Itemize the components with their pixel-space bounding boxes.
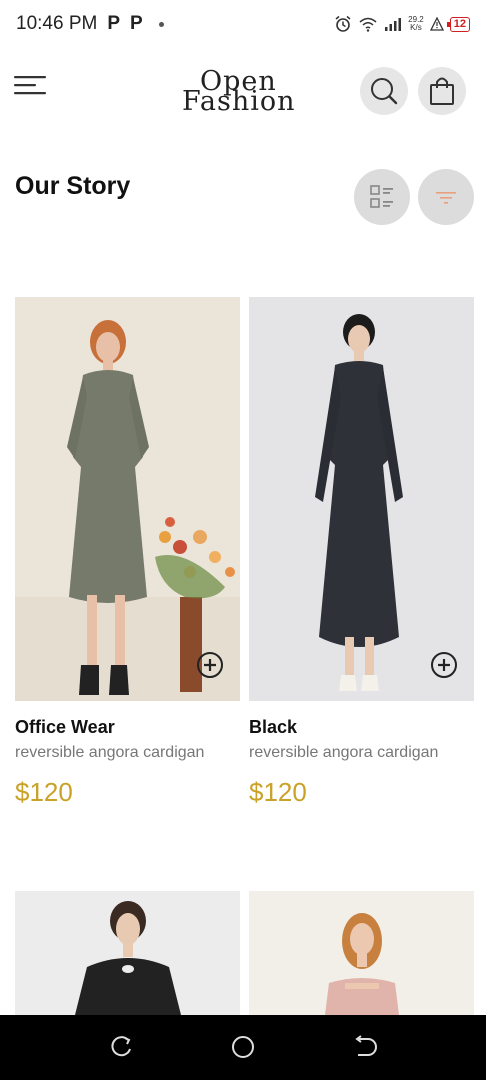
network-speed: 29.2 K/s xyxy=(408,16,424,32)
filter-button[interactable] xyxy=(418,169,474,225)
product-photo xyxy=(249,891,474,1015)
product-description: reversible angora cardigan xyxy=(15,744,205,761)
product-photo xyxy=(249,297,474,701)
alarm-icon xyxy=(335,15,351,32)
search-icon xyxy=(371,78,398,105)
system-navigation-bar xyxy=(0,1015,486,1080)
battery-indicator: 12 xyxy=(446,16,470,32)
home-icon[interactable] xyxy=(230,1034,256,1060)
add-circle-icon[interactable] xyxy=(196,651,224,679)
product-card[interactable] xyxy=(249,891,474,1015)
product-photo xyxy=(15,891,240,1015)
product-image[interactable] xyxy=(249,297,474,701)
shopping-bag-icon xyxy=(430,77,454,105)
filter-icon xyxy=(436,192,456,204)
notification-dot-icon xyxy=(158,21,164,27)
product-card[interactable]: Office Wear reversible angora cardigan $… xyxy=(15,297,240,808)
app-header: Open Fashion xyxy=(0,60,486,124)
list-view-icon xyxy=(370,185,393,208)
page-title: Our Story xyxy=(15,172,131,200)
notification-p-icon: P xyxy=(107,13,121,34)
brand-logo[interactable]: Open Fashion xyxy=(182,66,295,117)
product-photo xyxy=(15,297,240,701)
notification-p-icon: P xyxy=(130,13,143,34)
status-bar: 10:46 PM P P 29.2 K/s 12 xyxy=(0,0,486,48)
product-card[interactable] xyxy=(15,891,240,1015)
menu-icon xyxy=(14,76,46,95)
search-button[interactable] xyxy=(360,67,408,115)
speed-unit: K/s xyxy=(410,23,422,32)
product-price: $120 xyxy=(15,777,73,807)
logo-line-2: Fashion xyxy=(182,86,296,117)
recent-apps-icon[interactable] xyxy=(108,1034,134,1060)
wifi-icon xyxy=(359,17,377,32)
status-left: 10:46 PM P P xyxy=(16,13,164,35)
status-right: 29.2 K/s 12 xyxy=(334,15,470,33)
menu-button[interactable] xyxy=(12,72,48,98)
product-name: Office Wear xyxy=(15,717,115,737)
product-description: reversible angora cardigan xyxy=(249,744,439,761)
view-toggle-button[interactable] xyxy=(354,169,410,225)
warning-icon xyxy=(429,17,444,31)
product-card[interactable]: Black reversible angora cardigan $120 xyxy=(249,297,474,808)
product-price: $120 xyxy=(249,777,307,807)
back-icon[interactable] xyxy=(352,1034,378,1060)
status-time: 10:46 PM xyxy=(16,13,98,34)
product-name: Black xyxy=(249,717,298,737)
product-image[interactable] xyxy=(15,297,240,701)
signal-icon xyxy=(385,18,402,31)
add-circle-icon[interactable] xyxy=(430,651,458,679)
shopping-bag-button[interactable] xyxy=(418,67,466,115)
